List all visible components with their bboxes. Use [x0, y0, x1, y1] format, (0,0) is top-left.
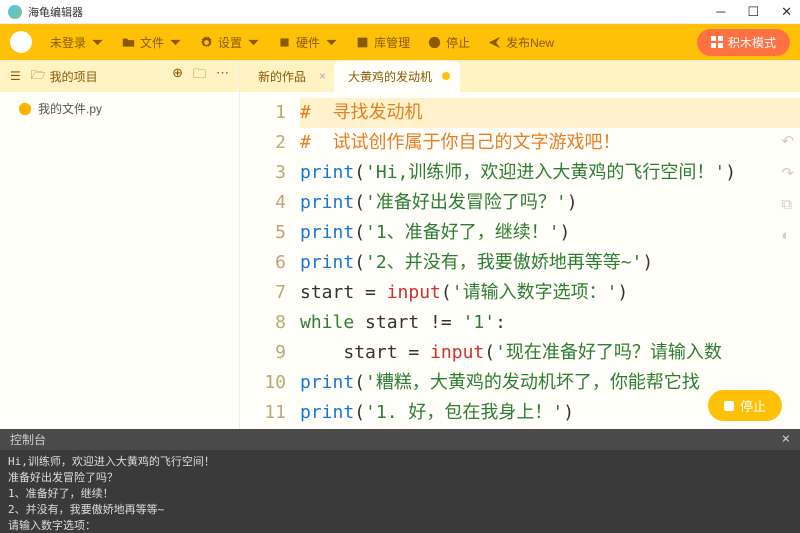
new-file-icon[interactable]: ⊕: [172, 65, 183, 87]
stop-menu[interactable]: 停止: [428, 34, 470, 51]
tab-label: 大黄鸡的发动机: [348, 70, 432, 84]
stop-label: 停止: [740, 396, 766, 415]
t: print: [300, 402, 354, 423]
hardware-label: 硬件: [296, 34, 320, 51]
t: print: [300, 162, 354, 183]
t: input: [430, 342, 484, 363]
settings-label: 设置: [218, 34, 242, 51]
t: '请输入数字选项：': [452, 282, 618, 303]
t: '现在准备好了吗？请输入数: [495, 342, 722, 363]
undo-icon[interactable]: ↶: [781, 132, 794, 150]
app-logo-icon: [8, 5, 22, 19]
file-name: 我的文件.py: [38, 100, 102, 117]
tab-label: 新的作品: [258, 70, 306, 84]
copy-icon[interactable]: ⧉: [781, 196, 794, 213]
window-controls: ─ ☐ ✕: [716, 4, 792, 20]
t: print: [300, 192, 354, 213]
console-line: 1、准备好了，继续！: [8, 487, 114, 500]
tab-active[interactable]: 大黄鸡的发动机: [334, 61, 460, 92]
console: 控制台 × Hi,训练师，欢迎进入大黄鸡的飞行空间！ 准备好出发冒险了吗？ 1、…: [0, 429, 800, 533]
t: print: [300, 372, 354, 393]
python-icon: [18, 102, 32, 116]
publish-menu[interactable]: 发布New: [488, 34, 554, 51]
console-output[interactable]: Hi,训练师，欢迎进入大黄鸡的飞行空间！ 准备好出发冒险了吗？ 1、准备好了，继…: [0, 450, 800, 533]
help-icon[interactable]: ◐: [781, 227, 794, 244]
chevron-down-icon: [325, 36, 338, 49]
close-icon[interactable]: ×: [782, 431, 790, 447]
console-line: Hi,训练师，欢迎进入大黄鸡的飞行空间！: [8, 455, 215, 468]
console-line: 准备好出发冒险了吗？: [8, 471, 118, 484]
project-title: 我的项目: [50, 68, 98, 85]
t: print: [300, 222, 354, 243]
minimize-button[interactable]: ─: [716, 4, 725, 20]
t: input: [387, 282, 441, 303]
file-label: 文件: [140, 34, 164, 51]
app-title: 海龟编辑器: [28, 4, 83, 20]
library-label: 库管理: [374, 34, 410, 51]
maximize-button[interactable]: ☐: [747, 4, 759, 20]
t: while: [300, 312, 354, 333]
code-line: # 寻找发动机: [300, 102, 423, 123]
close-icon[interactable]: ×: [319, 69, 326, 83]
send-icon: [488, 36, 501, 49]
t: start =: [300, 282, 387, 303]
t: start !=: [354, 312, 462, 333]
new-folder-icon[interactable]: 🗀: [193, 65, 206, 87]
login-menu[interactable]: 未登录: [50, 34, 104, 51]
tabs: 新的作品 × 大黄鸡的发动机: [240, 60, 800, 92]
stop-label: 停止: [446, 34, 470, 51]
t: '1、准备好了，继续！': [365, 222, 560, 243]
tab-new[interactable]: 新的作品 ×: [244, 61, 334, 92]
hardware-menu[interactable]: 硬件: [278, 34, 338, 51]
blocks-mode-button[interactable]: 积木模式: [697, 29, 790, 56]
chevron-down-icon: [247, 36, 260, 49]
t: 'Hi,训练师，欢迎进入大黄鸡的飞行空间！': [365, 162, 725, 183]
gear-icon: [200, 36, 213, 49]
line-gutter: 123456789101112: [240, 92, 300, 429]
t: '2、并没有，我要傲娇地再等等~': [365, 252, 642, 273]
settings-menu[interactable]: 设置: [200, 34, 260, 51]
menu-icon[interactable]: ☰: [10, 69, 21, 83]
menubar: 未登录 文件 设置 硬件 库管理 停止 发布New 积木模式: [0, 24, 800, 60]
blocks-icon: [711, 36, 723, 48]
console-header: 控制台 ×: [0, 429, 800, 450]
titlebar: 海龟编辑器 ─ ☐ ✕: [0, 0, 800, 24]
code-area[interactable]: 123456789101112 # 寻找发动机 # 试试创作属于你自己的文字游戏吧…: [240, 92, 800, 429]
console-line: 请输入数字选项：: [8, 519, 96, 532]
modified-dot-icon: [442, 72, 450, 80]
folder-icon: [122, 36, 135, 49]
stop-square-icon: [724, 401, 734, 411]
redo-icon[interactable]: ↷: [781, 164, 794, 182]
t: '准备好出发冒险了吗？': [365, 192, 567, 213]
login-label: 未登录: [50, 34, 86, 51]
t: start =: [343, 342, 430, 363]
t: print: [300, 252, 354, 273]
library-menu[interactable]: 库管理: [356, 34, 410, 51]
chip-icon: [278, 36, 291, 49]
editor-side-icons: ↶ ↷ ⧉ ◐: [781, 132, 794, 244]
chevron-down-icon: [91, 36, 104, 49]
sidebar: ☰ 🗁 我的项目 ⊕ 🗀 ⋯ 我的文件.py: [0, 60, 240, 429]
code-content[interactable]: # 寻找发动机# 试试创作属于你自己的文字游戏吧！ print('Hi,训练师，…: [300, 92, 800, 429]
console-line: 2、并没有，我要傲娇地再等等~: [8, 503, 164, 516]
close-button[interactable]: ✕: [781, 4, 792, 20]
file-menu[interactable]: 文件: [122, 34, 182, 51]
publish-label: 发布New: [506, 34, 554, 51]
book-icon: [356, 36, 369, 49]
blocks-label: 积木模式: [728, 34, 776, 51]
t: '1': [463, 312, 496, 333]
chevron-down-icon: [169, 36, 182, 49]
code-line: # 试试创作属于你自己的文字游戏吧！: [300, 132, 621, 153]
file-item[interactable]: 我的文件.py: [0, 92, 239, 125]
folder-icon: 🗁: [31, 66, 46, 87]
more-icon[interactable]: ⋯: [216, 65, 229, 87]
stop-button[interactable]: 停止: [708, 390, 782, 421]
avatar[interactable]: [10, 31, 32, 53]
stop-icon: [428, 36, 441, 49]
editor: 新的作品 × 大黄鸡的发动机 123456789101112 # 寻找发动机 # 试…: [240, 60, 800, 429]
sidebar-header: ☰ 🗁 我的项目 ⊕ 🗀 ⋯: [0, 60, 239, 92]
t: '1. 好，包在我身上！': [365, 402, 563, 423]
t: '糟糕，大黄鸡的发动机坏了，你能帮它找: [365, 372, 700, 393]
console-title: 控制台: [10, 431, 46, 448]
